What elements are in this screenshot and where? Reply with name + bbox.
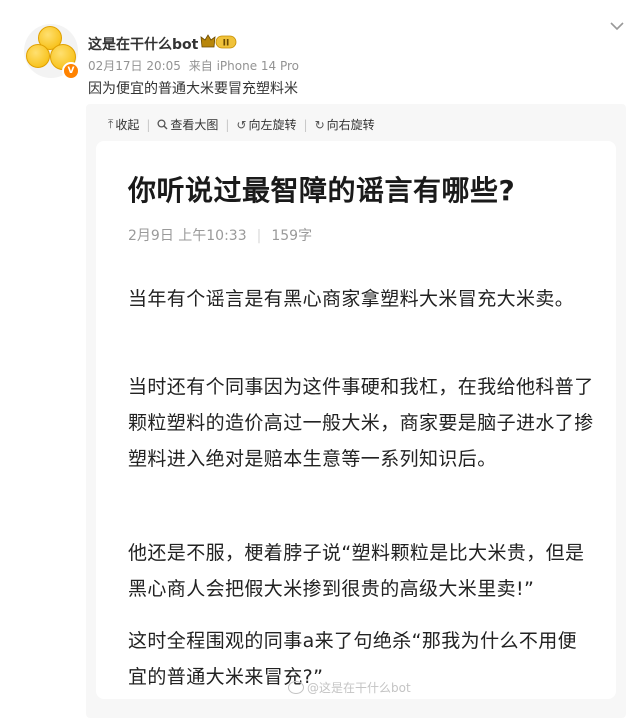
toolbar-divider: |: [146, 117, 151, 132]
watermark-text: @这是在干什么bot: [307, 681, 411, 695]
rotate-left-label: 向左旋转: [248, 118, 297, 132]
article-dateline: 2月9日 上午10:33 | 159字: [128, 225, 312, 245]
rotate-right-button[interactable]: ↻ 向右旋转: [311, 116, 379, 133]
collapse-button[interactable]: ⤒ 收起: [104, 116, 143, 133]
article-paragraph: 他还是不服，梗着脖子说“塑料颗粒是比大米贵，但是黑心商人会把假大米掺到很贵的高级…: [128, 542, 585, 600]
rotate-right-icon: ↻: [314, 117, 325, 132]
username[interactable]: 这是在干什么bot: [88, 34, 198, 54]
svg-text:II: II: [223, 39, 230, 49]
view-large-button[interactable]: 查看大图: [153, 116, 222, 133]
avatar-emoji-face: [26, 44, 50, 68]
post-text: 因为便宜的普通大米要冒充塑料米: [88, 81, 298, 97]
view-large-label: 查看大图: [170, 118, 219, 132]
article-paragraph: 当年有个谣言是有黑心商家拿塑料大米冒充大米卖。: [128, 288, 575, 310]
image-viewer-panel: ⤒ 收起 | 查看大图 | ↺ 向左旋转 | ↻ 向右旋转 你听说过最智障的谣言…: [86, 104, 626, 718]
dateline-divider: |: [256, 228, 262, 244]
article-date: 2月9日 上午10:33: [128, 228, 247, 244]
toolbar-divider: |: [303, 117, 308, 132]
rotate-left-button[interactable]: ↺ 向左旋转: [232, 116, 300, 133]
rotate-left-icon: ↺: [236, 117, 247, 132]
post-source: 来自 iPhone 14 Pro: [188, 59, 300, 73]
article-paragraph: 当时还有个同事因为这件事硬和我杠，在我给他科普了颗粒塑料的造价高过一般大米，商家…: [128, 376, 594, 470]
magnifier-icon: [157, 119, 168, 130]
post-image[interactable]: 你听说过最智障的谣言有哪些? 2月9日 上午10:33 | 159字 当年有个谣言是…: [96, 141, 616, 699]
member-badge-icon: II: [200, 34, 237, 49]
article-word-count: 159字: [271, 228, 313, 244]
collapse-label: 收起: [115, 118, 140, 132]
arrow-up-icon: ⤒: [108, 117, 114, 131]
verified-v-icon: V: [62, 62, 80, 80]
image-toolbar: ⤒ 收起 | 查看大图 | ↺ 向左旋转 | ↻ 向右旋转: [104, 116, 379, 133]
weibo-logo-icon: [288, 681, 304, 694]
post-meta: 02月17日 20:05 来自 iPhone 14 Pro: [88, 57, 299, 74]
post-date[interactable]: 02月17日 20:05: [88, 59, 181, 73]
toolbar-divider: |: [225, 117, 230, 132]
avatar[interactable]: V: [24, 24, 80, 80]
chevron-down-icon[interactable]: [609, 20, 625, 32]
rotate-right-label: 向右旋转: [326, 118, 375, 132]
article-title: 你听说过最智障的谣言有哪些?: [128, 174, 516, 207]
watermark: @这是在干什么bot: [288, 679, 411, 696]
